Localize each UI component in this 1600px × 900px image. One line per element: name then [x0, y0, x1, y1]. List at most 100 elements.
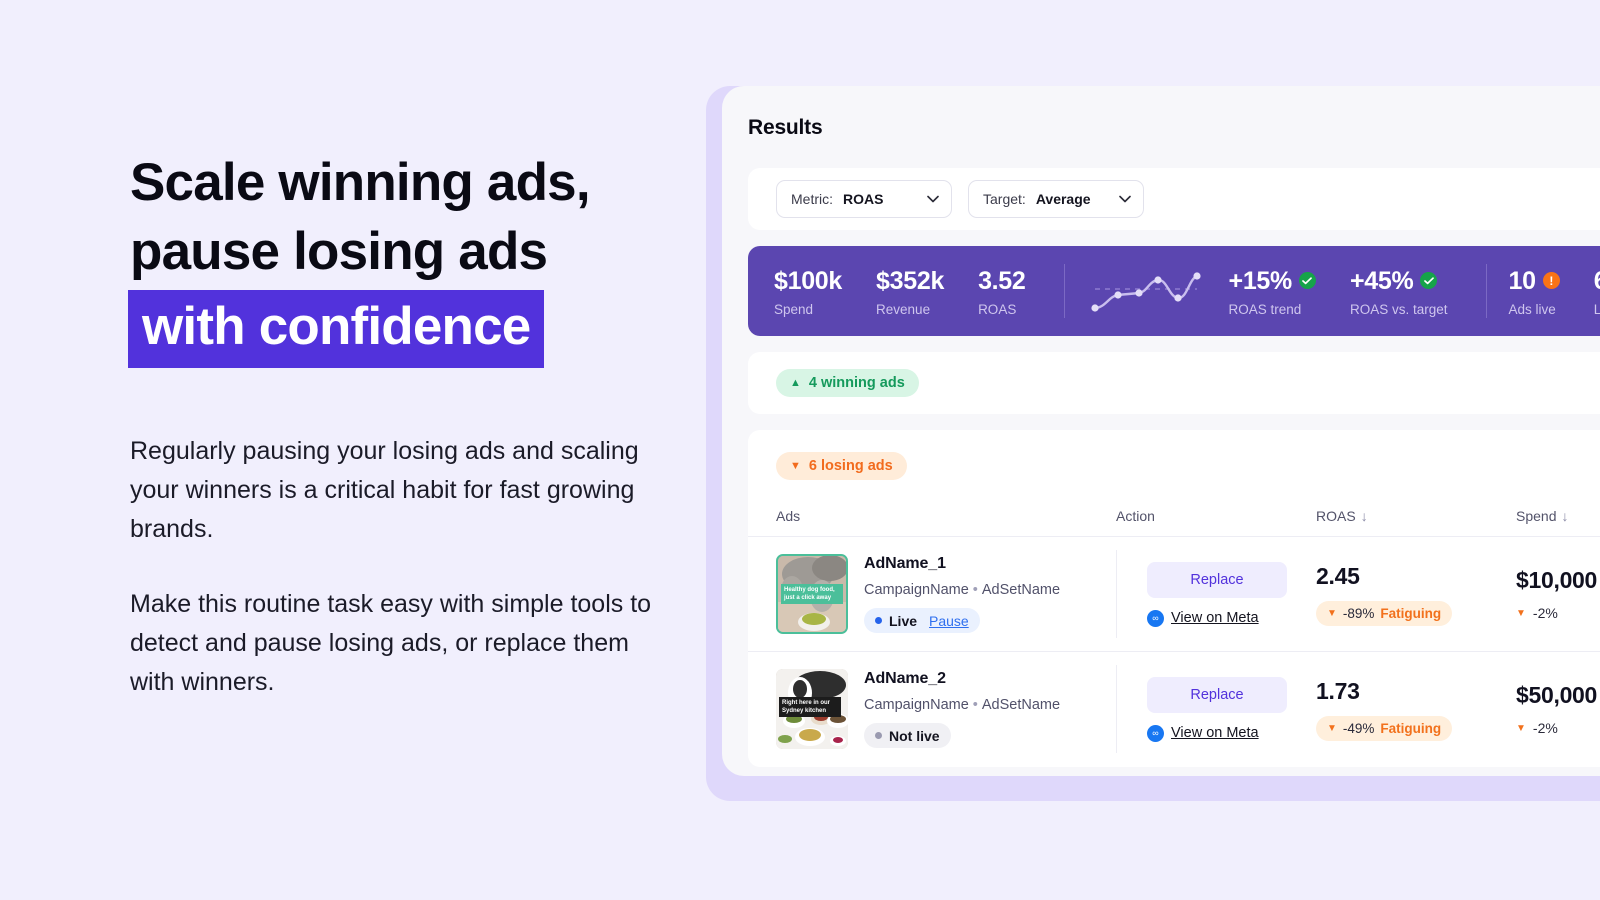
roas-delta: -49% [1342, 720, 1375, 736]
table-header-row: Ads Action ROAS ↓ Spend ↓ [748, 498, 1600, 537]
divider [1485, 264, 1487, 318]
stat-ads-live-value: 10 [1508, 266, 1537, 295]
ad-thumbnail[interactable]: Healthy dog food, just a click away [776, 554, 848, 634]
spend-delta-row: ▼ -2% [1516, 605, 1600, 621]
replace-button[interactable]: Replace [1147, 561, 1287, 598]
losing-ads-label: 6 losing ads [808, 458, 893, 474]
status-badge: Live Pause [864, 608, 980, 633]
chevron-down-icon [1119, 195, 1131, 203]
target-select-label: Target: [983, 191, 1026, 207]
column-header-spend[interactable]: Spend ↓ [1516, 498, 1600, 537]
losing-ads-badge[interactable]: ▼ 6 losing ads [776, 452, 907, 480]
view-on-meta-link[interactable]: ∞ View on Meta [1147, 609, 1316, 627]
status-label: Live [889, 612, 918, 629]
stat-losing-ads-value: 6 [1594, 266, 1600, 296]
status-badge: Not live [864, 723, 951, 749]
divider [1063, 264, 1065, 318]
meta-icon: ∞ [1147, 724, 1164, 742]
ads-table: Ads Action ROAS ↓ Spend ↓ Healthy dog fo… [748, 498, 1600, 767]
column-header-action-label: Action [1116, 508, 1155, 524]
ad-name: AdName_1 [864, 555, 946, 572]
hero-paragraph-1: Regularly pausing your losing ads and sc… [130, 437, 639, 543]
stat-roas-label: ROAS [978, 301, 1017, 317]
ad-thumbnail[interactable]: Right here in our Sydney kitchen [776, 669, 848, 750]
ad-spend-cell: $10,000 ▼ -2% [1516, 536, 1600, 652]
sort-desc-icon: ↓ [1360, 508, 1368, 524]
roas-sparkline [1090, 272, 1201, 312]
roas-status-label: Fatiguing [1380, 605, 1442, 621]
metric-select-label: Metric: [791, 191, 833, 207]
winning-ads-label: 4 winning ads [808, 375, 905, 391]
ad-campaign-name: CampaignName [864, 582, 969, 598]
table-row[interactable]: Healthy dog food, just a click away AdNa… [748, 536, 1600, 652]
stat-roas: 3.52 ROAS [978, 266, 1026, 317]
separator-dot: • [972, 582, 978, 598]
stat-roas-trend: +15% ROAS trend [1229, 266, 1316, 317]
stat-losing-ads: 6 Lo [1594, 266, 1600, 317]
stat-revenue-label: Revenue [876, 301, 931, 317]
column-header-ads-label: Ads [776, 508, 801, 524]
chevron-down-icon [927, 195, 939, 203]
hero-body: Regularly pausing your losing ads and sc… [130, 432, 670, 702]
spend-delta: -2% [1532, 720, 1558, 737]
panel-title: Results [748, 116, 823, 139]
results-panel: Results Metric: ROAS Target: Average $10 [722, 86, 1600, 776]
page-root: Scale winning ads, pause losing ads with… [0, 0, 1600, 900]
ad-info-cell: Right here in our Sydney kitchen AdName_… [748, 652, 1116, 767]
view-on-meta-link[interactable]: ∞ View on Meta [1147, 724, 1316, 742]
sort-desc-icon: ↓ [1561, 508, 1569, 524]
roas-delta: -89% [1342, 605, 1375, 621]
column-header-ads[interactable]: Ads [748, 498, 1116, 537]
stat-roas-trend-label: ROAS trend [1228, 301, 1302, 317]
target-select-value: Average [1035, 191, 1091, 207]
view-on-meta-label: View on Meta [1171, 725, 1259, 742]
ad-thumbnail-caption: Healthy dog food, just a click away [781, 584, 843, 604]
stat-losing-ads-label: Lo [1593, 301, 1600, 317]
roas-status-label: Fatiguing [1380, 720, 1442, 736]
triangle-down-icon: ▼ [1327, 607, 1337, 619]
ad-action-cell: Replace ∞ View on Meta [1116, 652, 1316, 767]
stat-roas-value: 3.52 [978, 266, 1026, 295]
column-header-roas[interactable]: ROAS ↓ [1316, 498, 1516, 537]
stat-roas-vs-target-label: ROAS vs. target [1349, 301, 1448, 317]
stat-roas-vs-target-value: +45% [1349, 266, 1414, 295]
ad-adset-name: AdSetName [981, 697, 1061, 714]
hero-paragraph-2: Make this routine task easy with simple … [130, 590, 652, 696]
ad-meta: CampaignName • AdSetName [864, 697, 1060, 713]
stat-spend-value: $100k [774, 266, 843, 295]
stat-ads-live-label: Ads live [1508, 301, 1556, 317]
ad-meta: CampaignName • AdSetName [864, 582, 1060, 598]
table-row[interactable]: Right here in our Sydney kitchen AdName_… [748, 652, 1600, 767]
filter-bar: Metric: ROAS Target: Average [748, 168, 1600, 230]
ad-action-cell: Replace ∞ View on Meta [1116, 536, 1316, 652]
headline-line-2: pause losing ads [130, 222, 548, 281]
column-header-spend-label: Spend [1516, 508, 1557, 524]
replace-button[interactable]: Replace [1147, 676, 1287, 713]
triangle-down-icon: ▼ [1516, 722, 1526, 734]
stat-revenue-value: $352k [876, 266, 945, 295]
pause-link[interactable]: Pause [929, 613, 969, 629]
winning-ads-badge[interactable]: ▲ 4 winning ads [776, 369, 919, 397]
column-header-action[interactable]: Action [1116, 498, 1316, 537]
view-on-meta-label: View on Meta [1171, 610, 1259, 626]
triangle-down-icon: ▼ [1327, 722, 1337, 734]
ad-status-row: Not live [864, 723, 1060, 749]
losing-ads-group: ▼ 6 losing ads Ads Action ROAS ↓ Spend ↓… [748, 430, 1600, 767]
metric-select[interactable]: Metric: ROAS [776, 180, 952, 218]
stat-spend-label: Spend [774, 301, 814, 317]
page-title: Scale winning ads, pause losing ads with… [128, 148, 690, 368]
ad-status-row: Live Pause [864, 608, 1060, 633]
roas-value: 2.45 [1316, 562, 1360, 589]
separator-dot: • [972, 697, 978, 714]
meta-icon: ∞ [1147, 609, 1164, 627]
target-select[interactable]: Target: Average [968, 180, 1144, 218]
stats-bar: $100k Spend $352k Revenue 3.52 ROAS +15%… [748, 246, 1600, 336]
triangle-down-icon: ▼ [790, 459, 801, 472]
ad-thumbnail-caption: Right here in our Sydney kitchen [779, 697, 841, 718]
ad-roas-cell: 1.73 ▼ -49% Fatiguing [1316, 652, 1516, 767]
spend-delta-row: ▼ -2% [1516, 720, 1600, 736]
check-icon [1420, 272, 1438, 289]
stat-roas-vs-target: +45% ROAS vs. target [1350, 266, 1448, 317]
ad-roas-cell: 2.45 ▼ -89% Fatiguing [1316, 536, 1516, 652]
stat-ads-live: 10 ! Ads live [1509, 266, 1560, 317]
